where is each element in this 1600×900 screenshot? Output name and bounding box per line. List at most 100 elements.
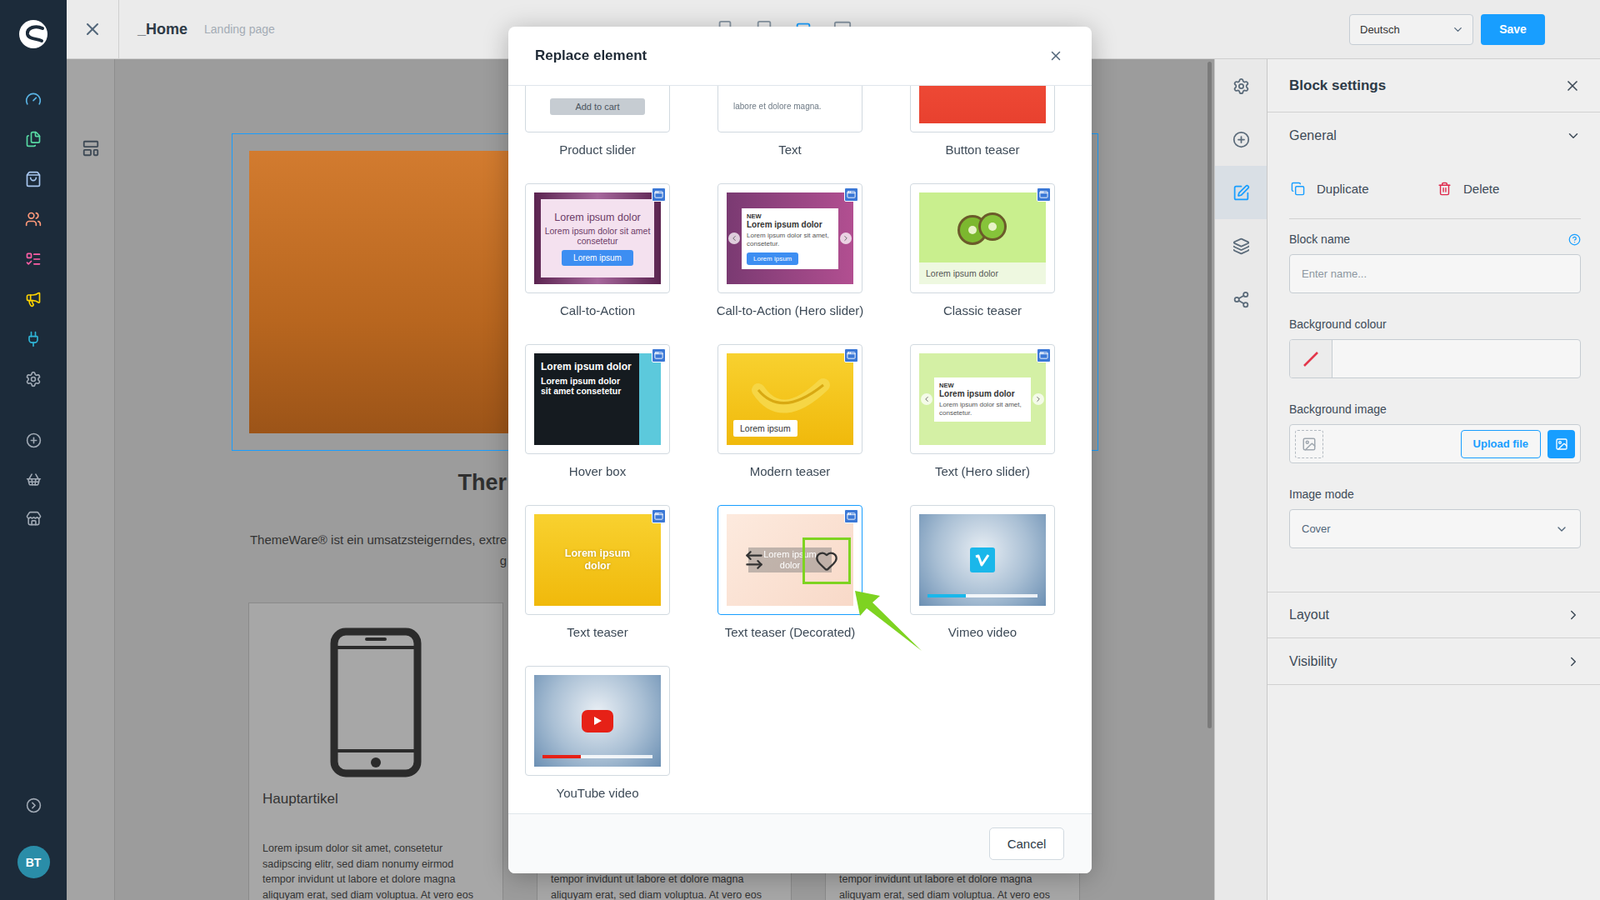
element-label: Vimeo video <box>948 624 1017 640</box>
theme-badge <box>651 348 666 363</box>
action-button[interactable]: Delete <box>1437 181 1546 196</box>
video-progress <box>542 755 653 759</box>
element-tile[interactable]: Lorem ipsum dolorText teaser (Decorated) <box>717 505 863 640</box>
cta-card: Lorem ipsum dolorLorem ipsum dolor sit a… <box>540 199 655 278</box>
element-card[interactable]: Lorem ipsum dolor <box>717 505 863 615</box>
element-tile[interactable]: Lorem ipsum dolorText teaser <box>525 505 670 640</box>
scrollbar-thumb[interactable] <box>1207 61 1212 729</box>
rail-item[interactable] <box>1215 112 1267 166</box>
layout-icon[interactable] <box>81 139 100 158</box>
section-header[interactable]: Layout <box>1267 591 1600 639</box>
sidebar-item[interactable] <box>0 499 67 539</box>
extensions-icon <box>25 330 42 348</box>
modal-header: Replace element <box>508 26 1092 86</box>
element-card[interactable]: Lorem ipsum <box>717 344 863 455</box>
window-icon <box>654 511 664 521</box>
element-tile[interactable]: Lorem ipsum dolorLorem ipsum dolor sit a… <box>525 183 670 319</box>
element-tile[interactable]: Lorem ipsum dolorLorem ipsum dolor sit a… <box>525 344 670 480</box>
element-tile[interactable]: Button teaser <box>910 85 1055 158</box>
thumbnail: Lorem ipsum dolor <box>726 514 854 606</box>
sidebar-item[interactable] <box>0 279 67 320</box>
section-header[interactable]: General <box>1267 112 1600 160</box>
element-tile[interactable]: NEWLorem ipsum dolorLorem ipsum dolor si… <box>910 344 1055 480</box>
element-card[interactable] <box>910 85 1055 133</box>
element-card[interactable]: Lorem ipsum dolorLorem ipsum dolor sit a… <box>525 344 670 455</box>
block-settings-panel: Block settings General DuplicateDelete Bloc… <box>1267 59 1600 900</box>
duplicate-icon <box>1290 181 1305 196</box>
theme-badge <box>651 187 666 202</box>
next-icon <box>840 232 852 245</box>
select-field[interactable]: Cover <box>1289 509 1581 549</box>
user-avatar[interactable]: BT <box>17 845 50 879</box>
rail-item[interactable] <box>1215 59 1267 113</box>
action-button[interactable]: Duplicate <box>1290 181 1438 196</box>
caption: Lorem ipsum dolor <box>919 262 1046 285</box>
sidebar-item[interactable] <box>0 420 67 460</box>
close-button[interactable] <box>66 0 120 59</box>
form-field: Image modeCover <box>1289 486 1581 549</box>
element-label: Text (Hero slider) <box>935 463 1030 480</box>
trash-icon <box>1437 181 1452 196</box>
expand-icon <box>25 797 42 814</box>
sidebar-item[interactable] <box>0 319 67 360</box>
element-tile[interactable]: YouTube video <box>525 665 670 801</box>
media-button[interactable] <box>1547 430 1575 459</box>
upload-button[interactable]: Upload file <box>1460 430 1541 459</box>
element-tile[interactable]: Vimeo video <box>910 505 1055 640</box>
element-card[interactable]: Add to cart <box>525 85 670 133</box>
element-card[interactable]: NEWLorem ipsum dolorLorem ipsum dolor si… <box>717 183 863 294</box>
close-icon[interactable] <box>1048 48 1064 64</box>
kiwi-icon <box>949 206 1016 249</box>
form-field: Block name <box>1289 231 1581 294</box>
element-card[interactable]: Lorem ipsum dolor <box>525 505 670 615</box>
thumbnail: labore et dolore magna. <box>726 85 854 124</box>
block-name-input[interactable] <box>1290 255 1580 293</box>
element-card[interactable] <box>525 665 670 776</box>
element-tile[interactable]: NEWLorem ipsum dolorLorem ipsum dolor si… <box>717 183 863 319</box>
element-card[interactable] <box>910 505 1055 615</box>
help-icon[interactable] <box>1568 233 1581 246</box>
panel-title: Block settings <box>1289 77 1386 95</box>
element-card[interactable]: Lorem ipsum dolorLorem ipsum dolor sit a… <box>525 183 670 294</box>
collapse-button[interactable] <box>0 785 67 825</box>
edit-icon <box>1232 184 1250 202</box>
new-tag: NEW <box>746 212 834 220</box>
section-header[interactable]: Visibility <box>1267 638 1600 685</box>
sidebar-item[interactable] <box>0 79 67 120</box>
card-line: sadipscing elitr, sed diam nonumy eirmod <box>262 856 490 873</box>
color-field[interactable] <box>1289 339 1581 379</box>
element-tile[interactable]: Lorem ipsum Modern teaser <box>717 344 863 480</box>
chevron-right-icon <box>1565 654 1581 670</box>
cta-title: Lorem ipsum dolor <box>554 211 641 225</box>
sidebar-item[interactable] <box>0 119 67 160</box>
element-label: Button teaser <box>945 141 1020 158</box>
chevron-down-icon <box>1565 128 1581 144</box>
sidebar-item[interactable] <box>0 239 67 280</box>
rail-item[interactable] <box>1215 272 1267 326</box>
close-icon[interactable] <box>1564 77 1581 95</box>
chevron-down-icon <box>1555 522 1569 536</box>
element-tile[interactable]: Lorem ipsum dolorClassic teaser <box>910 183 1055 319</box>
modal-footer: Cancel <box>508 813 1092 874</box>
cancel-button[interactable]: Cancel <box>989 827 1065 860</box>
video-progress <box>927 594 1038 598</box>
sidebar-item[interactable] <box>0 359 67 400</box>
element-tile[interactable]: Add to cartProduct slider <box>525 85 670 158</box>
element-card[interactable]: NEWLorem ipsum dolorLorem ipsum dolor si… <box>910 344 1055 455</box>
sidebar-item[interactable] <box>0 199 67 240</box>
sidebar-item[interactable] <box>0 460 67 500</box>
element-card[interactable]: labore et dolore magna. <box>717 85 863 133</box>
rail-item[interactable] <box>1215 219 1267 273</box>
dashboard-icon <box>25 90 42 108</box>
new-tag: NEW <box>939 381 1026 390</box>
element-card[interactable]: Lorem ipsum dolor <box>910 183 1055 294</box>
save-button[interactable]: Save <box>1480 14 1545 45</box>
color-swatch[interactable] <box>1290 340 1333 378</box>
language-select[interactable]: Deutsch <box>1349 14 1474 45</box>
rail-item[interactable] <box>1215 165 1267 220</box>
hero-title: Lorem ipsum dolor <box>746 220 834 230</box>
element-label: Modern teaser <box>750 463 831 480</box>
element-tile[interactable]: labore et dolore magna.Text <box>717 85 863 158</box>
thumbnail: Lorem ipsum <box>726 353 854 445</box>
sidebar-item[interactable] <box>0 159 67 200</box>
